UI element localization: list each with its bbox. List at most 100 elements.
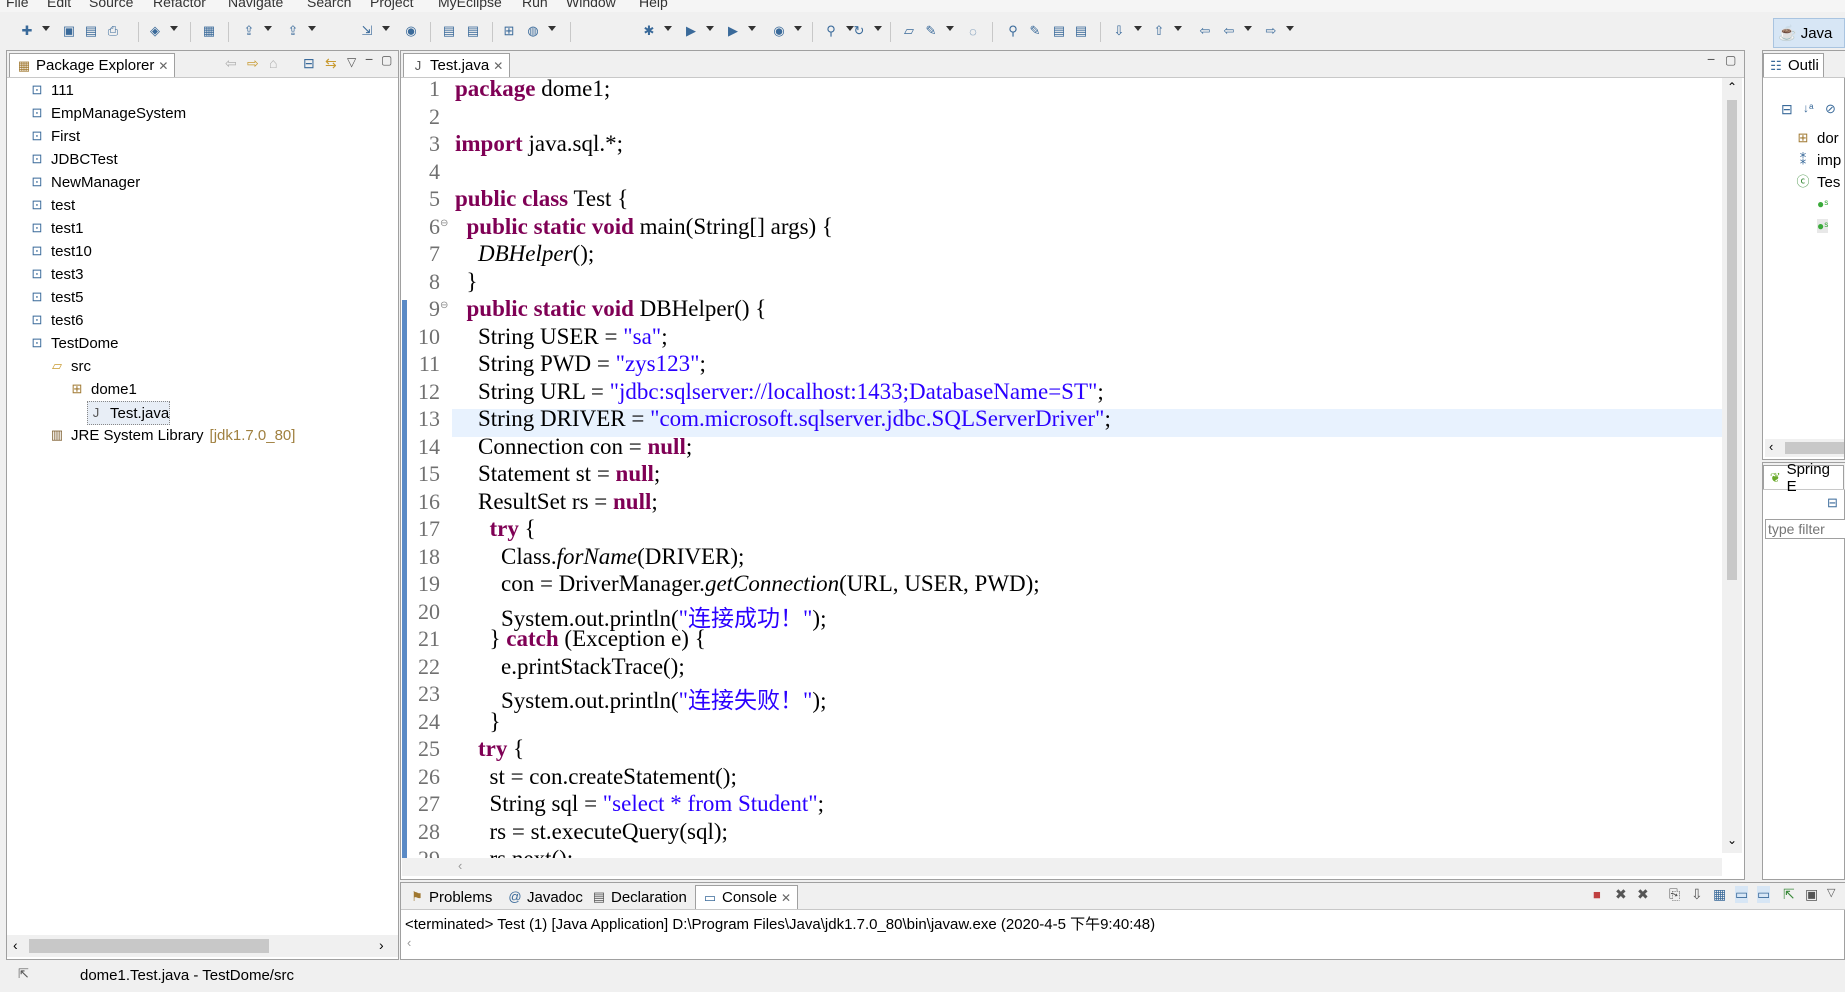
scroll-thumb[interactable] <box>1785 442 1844 454</box>
dropdown-arrow-icon[interactable] <box>548 26 556 31</box>
run-icon[interactable]: ▶ <box>682 22 700 40</box>
annotation-icon[interactable]: ◌ <box>964 22 982 40</box>
tree-item[interactable]: ▥ JRE System Library [jdk1.7.0_80] <box>49 424 296 446</box>
code-line[interactable]: st = con.createStatement(); <box>455 764 737 790</box>
code-line[interactable]: rs = st.executeQuery(sql); <box>455 819 728 845</box>
code-line[interactable]: DBHelper(); <box>455 241 594 267</box>
show-on-stderr-icon[interactable]: ▭ <box>1757 886 1771 903</box>
menu-search[interactable]: Search <box>307 0 351 10</box>
close-icon[interactable]: ✕ <box>781 891 791 905</box>
coverage-icon[interactable]: ◉ <box>770 22 788 40</box>
dropdown-arrow-icon[interactable] <box>664 26 672 31</box>
code-line[interactable]: Connection con = null; <box>455 434 692 460</box>
new-icon[interactable]: ✚ <box>18 22 36 40</box>
tree-item[interactable]: ⊡ test5 <box>29 286 84 308</box>
code-line[interactable]: String PWD = "zys123"; <box>455 351 706 377</box>
display-console-icon[interactable]: ▣ <box>1805 886 1818 903</box>
tab-test-java[interactable]: J Test.java ✕ <box>403 53 511 77</box>
terminate-icon[interactable]: ■ <box>1593 887 1601 902</box>
scroll-left-icon[interactable]: ‹ <box>13 937 18 953</box>
dropdown-arrow-icon[interactable] <box>794 26 802 31</box>
open-folder-icon[interactable]: ▱ <box>900 22 918 40</box>
tree-item[interactable]: ⊡ test3 <box>29 263 84 285</box>
tab-declaration[interactable]: ▤ Declaration <box>585 885 693 909</box>
code-line[interactable]: String sql = "select * from Student"; <box>455 791 825 817</box>
dropdown-arrow-icon[interactable] <box>1286 26 1294 31</box>
outline-horizontal-scrollbar[interactable]: ‹ <box>1765 439 1844 457</box>
pin-console-icon[interactable]: ⇱ <box>1783 886 1795 903</box>
browser-icon[interactable]: ◉ <box>402 22 420 40</box>
tree-item[interactable]: ⊡ 111 <box>29 79 74 101</box>
forward-icon[interactable]: ⇨ <box>1262 22 1280 40</box>
menu-run[interactable]: Run <box>522 0 548 10</box>
close-icon[interactable]: ✕ <box>493 59 503 73</box>
view-menu-icon[interactable]: ▽ <box>1827 886 1835 899</box>
dropdown-arrow-icon[interactable] <box>264 26 272 31</box>
last-edit-icon[interactable]: ⇦ <box>1196 22 1214 40</box>
collapse-all-icon[interactable]: ⊟ <box>303 55 315 72</box>
scroll-left-icon[interactable]: ‹ <box>407 935 411 950</box>
new-server-icon[interactable]: ⇲ <box>358 22 376 40</box>
maximize-icon[interactable]: ▢ <box>1725 53 1736 67</box>
dropdown-arrow-icon[interactable] <box>170 26 178 31</box>
tree-item[interactable]: ⊡ TestDome <box>29 332 119 354</box>
tree-item[interactable]: ▱ src <box>49 355 91 377</box>
code-line[interactable]: package dome1; <box>455 78 610 102</box>
code-line[interactable]: Statement st = null; <box>455 461 660 487</box>
code-line[interactable]: String USER = "sa"; <box>455 324 668 350</box>
minimize-icon[interactable]: − <box>1707 51 1715 67</box>
code-line[interactable]: String DRIVER = "com.microsoft.sqlserver… <box>455 406 1111 432</box>
fold-icon[interactable]: ⊖ <box>440 300 448 311</box>
back-icon[interactable]: ⇦ <box>1220 22 1238 40</box>
dropdown-arrow-icon[interactable] <box>748 26 756 31</box>
open-task-icon[interactable]: ✎ <box>922 22 940 40</box>
next-annotation-icon[interactable]: ⇩ <box>1110 22 1128 40</box>
run-external-icon[interactable]: ▶ <box>724 22 742 40</box>
code-line[interactable]: try { <box>455 516 536 542</box>
code-line[interactable]: String URL = "jdbc:sqlserver://localhost… <box>455 379 1104 405</box>
tab-spring-explorer[interactable]: ❦ Spring E <box>1763 461 1844 495</box>
tree-item[interactable]: ⊡ test1 <box>29 217 84 239</box>
scroll-thumb[interactable] <box>1727 100 1737 580</box>
open-perspective-icon[interactable]: ◍ <box>524 22 542 40</box>
tree-item[interactable]: ⊡ test <box>29 194 76 216</box>
dropdown-arrow-icon[interactable] <box>308 26 316 31</box>
menu-window[interactable]: Window <box>566 0 616 10</box>
code-editor[interactable]: 1 package dome1; 2 3 import java.sql.*; 4 5 pub… <box>402 78 1722 863</box>
tab-package-explorer[interactable]: ▦ Package Explorer ✕ <box>9 53 176 77</box>
method-icon[interactable]: ●ˢ <box>1817 219 1829 233</box>
menu-myeclipse[interactable]: MyEclipse <box>438 0 502 10</box>
tree-item[interactable]: ⊡ test10 <box>29 240 92 262</box>
back-icon[interactable]: ⇦ <box>225 55 237 72</box>
code-line[interactable]: import java.sql.*; <box>455 131 623 157</box>
scroll-thumb[interactable] <box>29 939 269 953</box>
code-line[interactable]: con = DriverManager.getConnection(URL, U… <box>455 571 1040 597</box>
tree-item[interactable]: ⊡ NewManager <box>29 171 141 193</box>
code-line[interactable]: } <box>455 269 478 295</box>
forward-icon[interactable]: ⇨ <box>247 55 259 72</box>
tab-problems[interactable]: ⚑ Problems <box>403 885 498 909</box>
dropdown-arrow-icon[interactable] <box>382 26 390 31</box>
collapse-all-icon[interactable]: ⊟ <box>1827 495 1838 511</box>
show-on-stdout-icon[interactable]: ▭ <box>1735 886 1749 903</box>
scroll-down-icon[interactable]: ⌄ <box>1727 833 1737 847</box>
code-line[interactable]: ResultSet rs = null; <box>455 489 658 515</box>
clear-console-icon[interactable]: ⎘ <box>1669 886 1680 903</box>
code-line[interactable]: e.printStackTrace(); <box>455 654 685 680</box>
spring-filter-input[interactable] <box>1765 519 1845 539</box>
close-icon[interactable]: ✕ <box>158 59 168 73</box>
debug-icon[interactable]: ✱ <box>640 22 658 40</box>
dropdown-arrow-icon[interactable] <box>42 26 50 31</box>
minimize-icon[interactable]: − <box>365 51 373 67</box>
scroll-left-icon[interactable]: ‹ <box>1769 439 1773 454</box>
sort-icon[interactable]: ↓ᵃ <box>1803 101 1813 115</box>
tab-javadoc[interactable]: @ Javadoc <box>501 885 589 909</box>
format2-icon[interactable]: ▤ <box>1072 22 1090 40</box>
new-package-icon[interactable]: ▤ <box>464 22 482 40</box>
outline-item-package[interactable]: ⊞ dor <box>1795 127 1839 149</box>
java-perspective-button[interactable]: ☕ Java <box>1773 18 1845 48</box>
code-line[interactable]: Class.forName(DRIVER); <box>455 544 744 570</box>
maximize-icon[interactable]: ▢ <box>381 53 392 67</box>
dropdown-arrow-icon[interactable] <box>1174 26 1182 31</box>
method-icon[interactable]: ●ˢ <box>1817 197 1828 211</box>
